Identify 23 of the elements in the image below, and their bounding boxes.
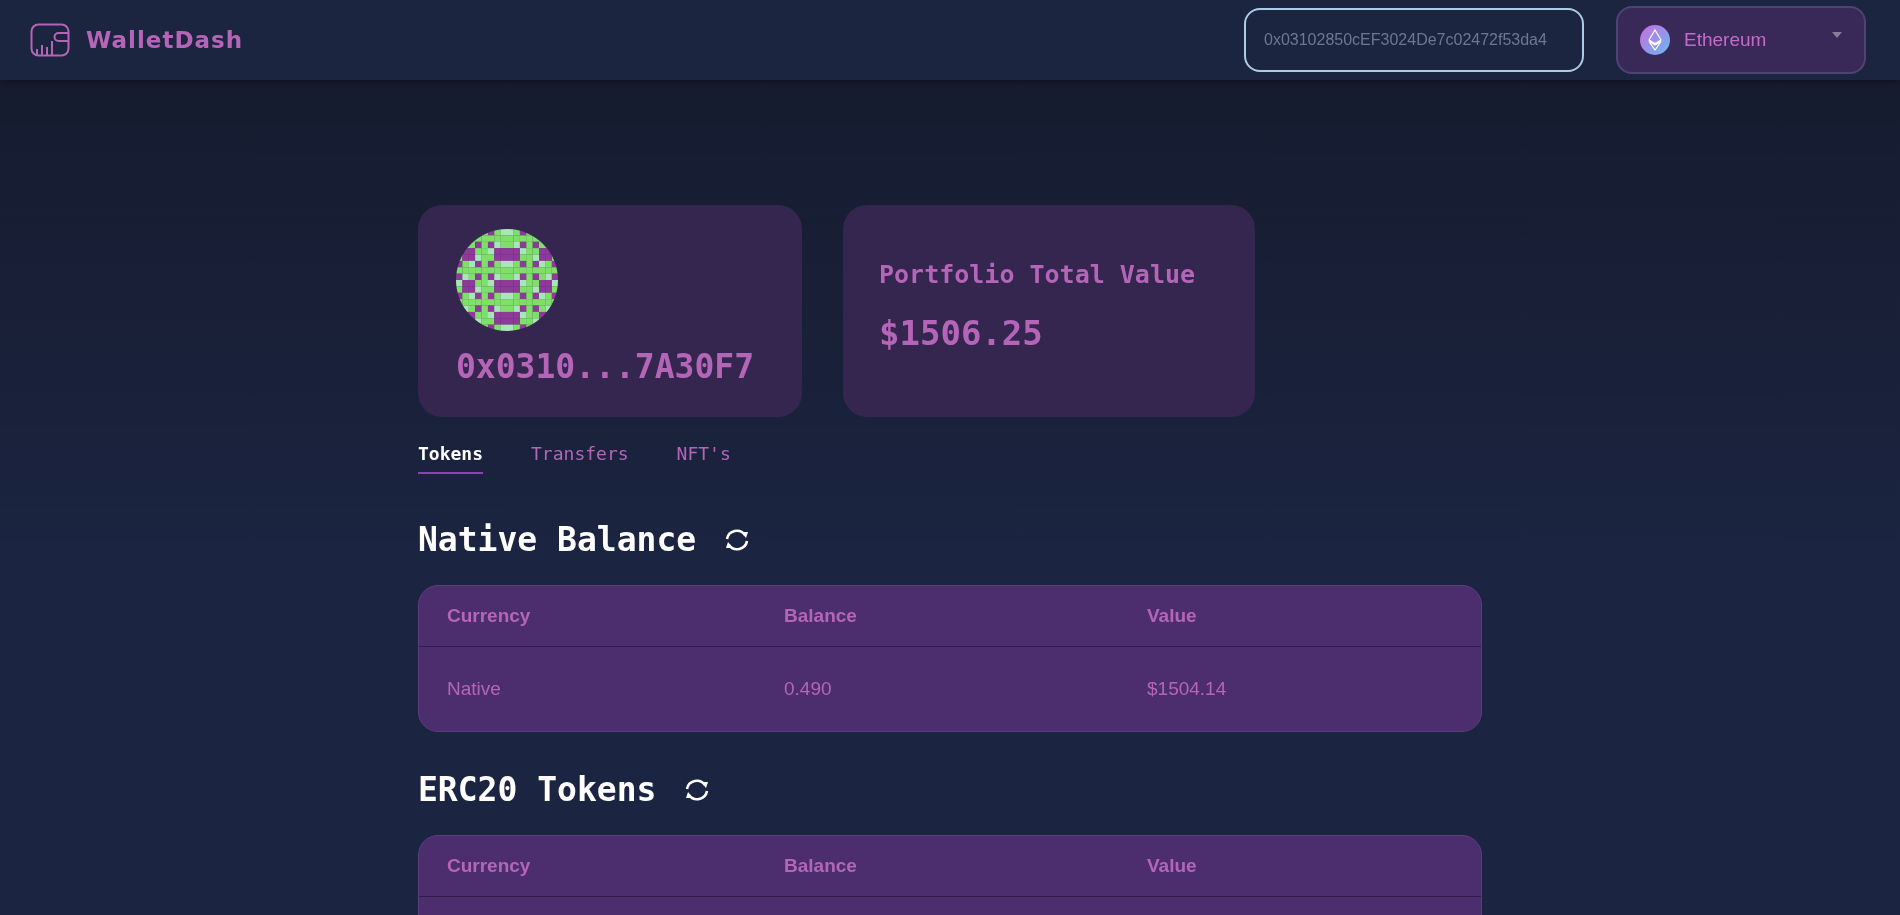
portfolio-value: $1506.25 (879, 313, 1044, 353)
table-cell-text: $1504.14 (1147, 678, 1228, 700)
address-input-field[interactable]: 0x03102850cEF3024De7c02472f53da4 (1244, 8, 1584, 72)
wallet-address: 0x0310...7A30F7 (456, 347, 755, 386)
portfolio-title: Portfolio Total Value (879, 260, 1197, 289)
table-cell-text: Native (447, 678, 502, 700)
table-cell-text: 0.490 (784, 678, 833, 700)
column-header: Value (1147, 605, 1198, 627)
column-header: Balance (784, 855, 858, 877)
brand-name: WalletDash (86, 27, 244, 53)
ethereum-icon (1640, 25, 1670, 55)
wallet-chart-icon (30, 23, 70, 57)
column-header: Currency (447, 605, 532, 627)
caret-icon (1832, 32, 1842, 38)
column-header: Value (1147, 855, 1198, 877)
tab[interactable]: Tokens (418, 443, 484, 474)
column-header: Balance (784, 605, 858, 627)
tab[interactable]: NFT's (676, 443, 731, 474)
section-title: ERC20 Tokens (418, 770, 657, 809)
column-header: Currency (447, 855, 532, 877)
section-title: Native Balance (418, 520, 697, 559)
tab[interactable]: Transfers (531, 443, 629, 474)
network-dropdown[interactable]: Ethereum (1616, 6, 1866, 74)
